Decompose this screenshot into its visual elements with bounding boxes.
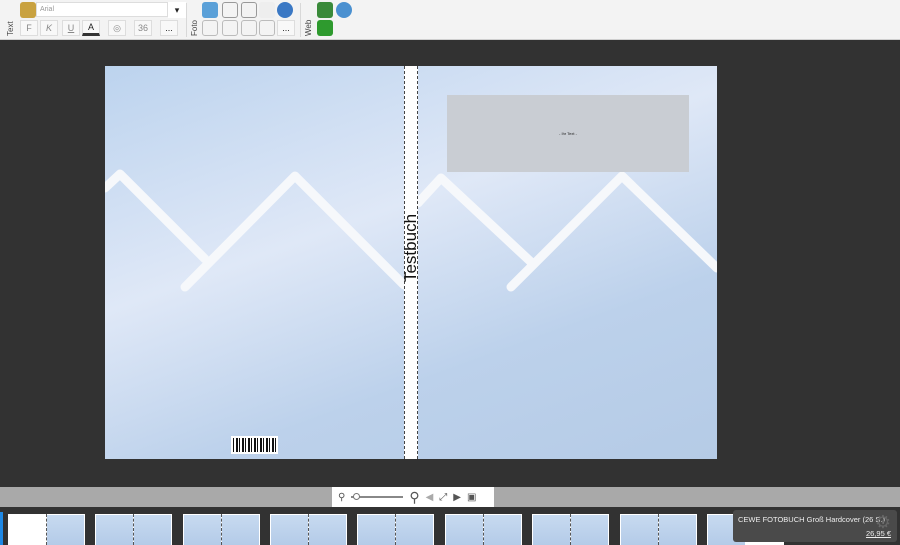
web-globe-icon[interactable] (336, 2, 352, 18)
page-thumbnail[interactable] (270, 514, 347, 545)
font-dropdown-chevron-icon[interactable]: ▾ (168, 2, 186, 18)
toolbar: Text Arial ▾ F K U A ◎ 36 ... Foto ... W… (0, 0, 900, 40)
separator (186, 3, 187, 37)
remove-photo-icon[interactable] (222, 2, 238, 18)
layout-icon[interactable] (241, 20, 257, 36)
font-size-select[interactable]: 36 (134, 20, 152, 36)
separator (300, 3, 301, 37)
group-label-foto: Foto (190, 19, 199, 36)
frame-icon[interactable] (259, 20, 275, 36)
page-thumbnail[interactable] (532, 514, 609, 545)
spine-title[interactable]: Testbuch (401, 214, 421, 282)
bold-button[interactable]: F (20, 20, 38, 36)
group-label-web: Web (304, 19, 313, 36)
italic-button[interactable]: K (40, 20, 58, 36)
add-photo-icon[interactable] (241, 2, 257, 18)
price-box[interactable]: CEWE FOTOBUCH Groß Hardcover (26 S.) ⚙ 2… (733, 510, 897, 542)
zoom-controls: ⚲ ⚲ ◀ ⤢ ▶ ▣ (332, 487, 494, 507)
text-box-icon[interactable] (20, 2, 36, 18)
more-text-button[interactable]: ... (160, 20, 178, 36)
page-thumbnail[interactable] (8, 514, 85, 545)
photo-edit-icon[interactable] (202, 20, 218, 36)
group-label-text: Text (6, 21, 15, 36)
page-thumbnail[interactable] (620, 514, 697, 545)
page-thumbnail[interactable] (95, 514, 172, 545)
previous-page-icon[interactable]: ◀ (426, 492, 434, 503)
barcode (231, 436, 278, 454)
page-thumbnail[interactable] (357, 514, 434, 545)
shadow-icon[interactable]: ◎ (108, 20, 126, 36)
more-photo-button[interactable]: ... (277, 20, 295, 36)
font-color-button[interactable]: A (82, 20, 100, 36)
web-map-icon[interactable] (317, 20, 333, 36)
page-options-icon[interactable]: ▣ (467, 492, 476, 503)
clipart-icon[interactable] (259, 2, 275, 18)
product-name: CEWE FOTOBUCH Groß Hardcover (26 S.) (738, 515, 885, 524)
zoom-slider-handle[interactable] (353, 493, 361, 500)
zoom-in-icon[interactable]: ⚲ (409, 489, 419, 506)
next-page-icon[interactable]: ▶ (453, 492, 461, 503)
fit-screen-icon[interactable]: ⤢ (439, 492, 447, 503)
title-text-box[interactable]: - Ihr Text - (447, 95, 689, 172)
globe-icon[interactable] (277, 2, 293, 18)
zoom-slider[interactable] (351, 493, 404, 500)
selection-indicator (0, 512, 3, 545)
web-upload-icon[interactable] (317, 2, 333, 18)
page-thumbnail[interactable] (445, 514, 522, 545)
product-price[interactable]: 26,95 € (866, 529, 891, 538)
photo-box-icon[interactable] (202, 2, 218, 18)
page-thumbnail[interactable] (183, 514, 260, 545)
underline-button[interactable]: U (62, 20, 80, 36)
arrange-icon[interactable] (222, 20, 238, 36)
zoom-out-icon[interactable]: ⚲ (338, 492, 345, 503)
font-select[interactable]: Arial (36, 2, 168, 17)
